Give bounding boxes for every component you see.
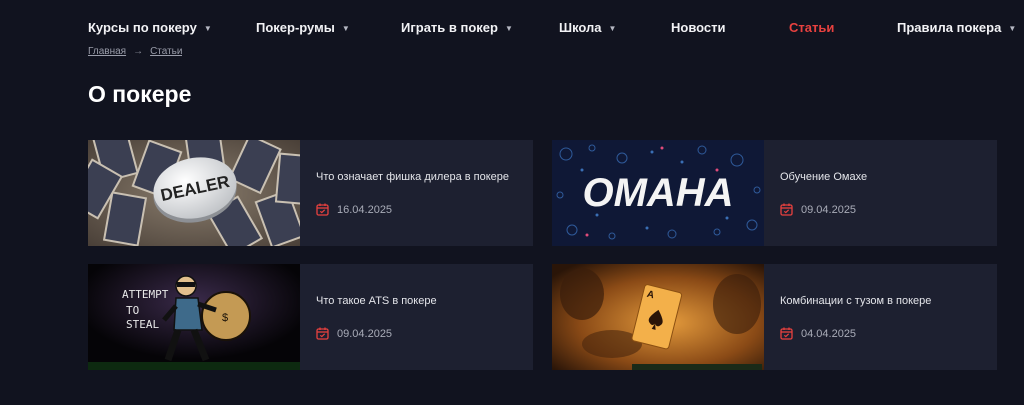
image-text: OMAHA <box>582 171 733 215</box>
article-title[interactable]: Комбинации с тузом в покере <box>780 295 931 307</box>
breadcrumb: Главная → Статьи <box>88 46 182 58</box>
chevron-down-icon: ▼ <box>1008 24 1017 33</box>
calendar-icon <box>316 203 329 216</box>
chevron-down-icon: ▼ <box>341 24 350 33</box>
article-thumbnail[interactable]: A <box>552 264 764 370</box>
date-text: 16.04.2025 <box>337 203 393 216</box>
nav-item-play-poker[interactable]: Играть в покер ▼ <box>401 20 513 35</box>
nav-item-poker-rooms[interactable]: Покер-румы ▼ <box>256 20 350 35</box>
article-thumbnail[interactable]: ATTEMPT TO STEAL $ <box>88 264 300 370</box>
nav-item-news[interactable]: Новости <box>671 20 726 35</box>
calendar-icon <box>316 327 329 340</box>
article-date: 16.04.2025 <box>316 203 392 216</box>
page-title: О покере <box>88 81 192 107</box>
chevron-down-icon: ▼ <box>608 24 617 33</box>
top-navigation: Курсы по покеру ▼ Покер-румы ▼ Играть в по… <box>0 0 1024 52</box>
calendar-icon <box>780 327 793 340</box>
nav-label: Покер-румы <box>256 20 335 35</box>
omaha-image: OMAHA <box>552 140 764 246</box>
article-date: 04.04.2025 <box>780 327 856 340</box>
ace-card-image: A <box>552 264 764 370</box>
date-text: 09.04.2025 <box>801 203 857 216</box>
article-card-dealer[interactable]: DEALER Что означает фишка дилера в покер… <box>88 140 533 246</box>
arrow-right-icon: → <box>133 46 144 57</box>
nav-item-poker-rules[interactable]: Правила покера ▼ <box>897 20 1016 35</box>
article-title[interactable]: Что такое ATS в покере <box>316 295 437 307</box>
chevron-down-icon: ▼ <box>203 24 212 33</box>
attempt-to-steal-image: ATTEMPT TO STEAL $ <box>88 264 300 370</box>
nav-item-articles[interactable]: Статьи <box>789 20 834 35</box>
nav-label: Школа <box>559 20 602 35</box>
article-card-ace-combinations[interactable]: A Комбинации с тузом в покере 04.04.2025 <box>552 264 997 370</box>
article-date: 09.04.2025 <box>316 327 392 340</box>
image-text: ATTEMPT <box>122 288 169 301</box>
date-text: 04.04.2025 <box>801 327 857 340</box>
nav-item-poker-courses[interactable]: Курсы по покеру ▼ <box>88 20 212 35</box>
image-text: TO <box>126 304 139 317</box>
nav-label: Правила покера <box>897 20 1002 35</box>
nav-label: Статьи <box>789 20 835 35</box>
nav-label: Новости <box>671 20 726 35</box>
article-thumbnail[interactable]: OMAHA <box>552 140 764 246</box>
svg-text:$: $ <box>222 312 228 324</box>
dealer-button-image: DEALER <box>88 140 300 246</box>
image-text: STEAL <box>126 318 159 331</box>
breadcrumb-current-link[interactable]: Статьи <box>150 46 182 57</box>
article-date: 09.04.2025 <box>780 203 856 216</box>
nav-label: Играть в покер <box>401 20 498 35</box>
article-card-ats[interactable]: ATTEMPT TO STEAL $ Что такое ATS в покер… <box>88 264 533 370</box>
article-card-omaha[interactable]: OMAHA Обучение Омахе 09.04.2025 <box>552 140 997 246</box>
nav-item-school[interactable]: Школа ▼ <box>559 20 616 35</box>
chevron-down-icon: ▼ <box>504 24 513 33</box>
date-text: 09.04.2025 <box>337 327 393 340</box>
calendar-icon <box>780 203 793 216</box>
article-title[interactable]: Что означает фишка дилера в покере <box>316 171 509 183</box>
nav-label: Курсы по покеру <box>88 20 197 35</box>
breadcrumb-home-link[interactable]: Главная <box>88 46 126 57</box>
article-title[interactable]: Обучение Омахе <box>780 171 867 183</box>
article-thumbnail[interactable]: DEALER <box>88 140 300 246</box>
